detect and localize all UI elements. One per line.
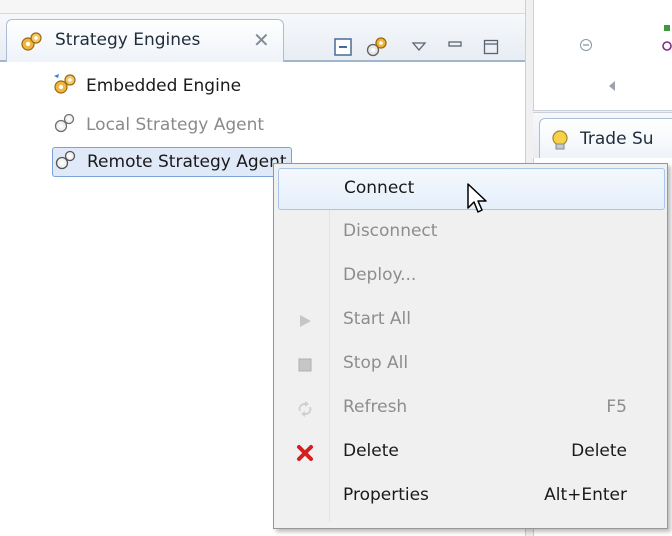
menu-item-shortcut: Delete [571,441,627,461]
lightbulb-icon [550,130,570,156]
editor-panel [533,0,672,111]
mouse-pointer-icon [466,182,492,222]
editor-text-fragment-icon [660,22,672,52]
tree-item-local-strategy-agent[interactable]: Local Strategy Agent [52,111,264,139]
menu-item-shortcut: F5 [606,397,627,417]
menu-item-label: Disconnect [343,221,438,241]
view-toolbar [330,34,520,64]
delete-icon [294,442,316,464]
menu-item-label: Connect [344,178,415,198]
view-tab-bar: Strategy Engines ✕ [0,14,525,62]
close-tab-icon[interactable]: ✕ [253,28,270,52]
tab-strategy-engines[interactable]: Strategy Engines ✕ [6,19,284,62]
scroll-left-arrow-icon[interactable] [606,78,618,97]
menu-item-properties[interactable]: Properties Alt+Enter [278,476,663,516]
play-icon [294,310,316,332]
minimize-icon[interactable] [442,34,468,60]
embedded-engine-icon [52,72,78,101]
menu-item-label: Delete [343,441,399,461]
menu-item-label: Refresh [343,397,408,417]
menu-item-label: Stop All [343,353,409,373]
tab-title: Strategy Engines [55,30,201,50]
engines-icon [19,30,45,58]
menu-item-label: Properties [343,485,429,505]
tree-item-label: Local Strategy Agent [86,115,265,135]
engine-config-icon[interactable] [364,34,390,60]
menu-item-delete[interactable]: Delete Delete [278,432,663,472]
menu-item-label: Deploy... [343,265,417,285]
gear-pair-icon [52,111,78,140]
menu-item-shortcut: Alt+Enter [544,485,627,505]
menu-item-deploy[interactable]: Deploy... [278,256,663,296]
right-tab-bar: Trade Su [533,112,672,160]
menu-item-start-all[interactable]: Start All [278,300,663,340]
tree-item-label: Remote Strategy Agent [87,152,287,172]
stop-icon [294,354,316,376]
refresh-icon [294,398,316,420]
menu-item-label: Start All [343,309,412,329]
tree-item-remote-strategy-agent[interactable]: Remote Strategy Agent [52,147,292,177]
top-edge [0,0,525,14]
view-menu-icon[interactable] [406,34,432,60]
maximize-icon[interactable] [478,34,504,60]
tree-item-label: Embedded Engine [86,76,242,96]
tab-title: Trade Su [580,129,654,149]
tree-item-embedded-engine[interactable]: Embedded Engine [52,72,241,100]
menu-item-refresh[interactable]: Refresh F5 [278,388,663,428]
menu-item-stop-all[interactable]: Stop All [278,344,663,384]
gear-pair-icon [53,148,79,177]
collapse-all-icon[interactable] [330,34,356,60]
tab-trade-suggestions[interactable]: Trade Su [539,118,672,160]
collapse-marker-icon[interactable] [579,37,593,56]
